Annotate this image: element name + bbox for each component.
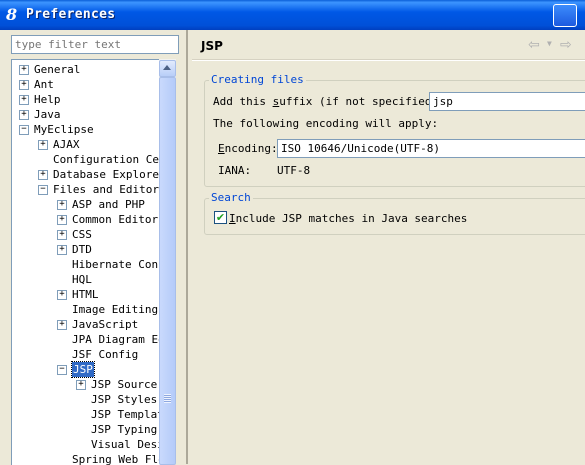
tree-item[interactable]: JPA Diagram Edi [12,332,160,347]
back-arrow-icon[interactable]: ⇦ [528,38,546,52]
tree-item[interactable]: + Database Explorer [12,167,160,182]
expand-icon[interactable]: + [57,215,67,225]
scroll-thumb[interactable] [159,77,176,465]
tree-item[interactable]: + Help [12,92,160,107]
encoding-label: Encoding: [218,142,278,155]
expand-icon[interactable]: + [76,380,86,390]
tree-item-label: JSP [71,361,95,378]
iana-label: IANA: [218,164,252,177]
app-icon: 8 [6,5,18,24]
tree-item[interactable]: + JSP Source [12,377,160,392]
tree-item[interactable]: Spring Web Flow [12,452,160,465]
tree-item-label: Common Editor P [72,213,160,226]
tree-item-label: HTML [72,288,99,301]
page-title: JSP [201,39,223,53]
tree-item[interactable]: Visual Desi [12,437,160,452]
title-bar: 8 Preferences [0,0,585,30]
expand-icon[interactable]: + [57,200,67,210]
tree-item-label: CSS [72,228,92,241]
tree-item[interactable]: − MyEclipse [12,122,160,137]
expand-icon[interactable]: + [57,290,67,300]
expand-icon[interactable]: + [19,80,29,90]
tree-item-label: JSP Styles [91,393,158,406]
forward-arrow-icon[interactable]: ⇨ [560,38,578,52]
tree-item[interactable]: − JSP [12,361,160,378]
tree-item-label: Files and Editors [53,183,160,196]
suffix-input[interactable]: jsp [429,92,585,111]
tree-item[interactable]: JSP Templat [12,407,160,422]
tree-item-label: ASP and PHP [72,198,145,211]
tree-item-label: Java [34,108,61,121]
encoding-select[interactable]: ISO 10646/Unicode(UTF-8) [277,139,585,158]
expand-icon[interactable]: + [57,245,67,255]
header-divider [192,59,585,61]
tree-item[interactable]: + Ant [12,77,160,92]
tree-item[interactable]: + General [12,62,160,77]
tree-item-label: JSP Templat [91,408,160,421]
tree-item[interactable]: + Common Editor P [12,212,160,227]
tree-item[interactable]: + JavaScript [12,317,160,332]
grip-icon [164,394,171,403]
expand-icon[interactable]: + [57,320,67,330]
tree-item[interactable]: + Java [12,107,160,122]
tree-item-label: Spring Web Flow [72,453,160,465]
preferences-tree: + General + Ant + Help + Java − MyEclipse + AJAX Con… [11,59,160,465]
tree-item[interactable]: Configuration Cent [12,152,160,167]
tree-item[interactable]: JSF Config [12,347,160,362]
expand-icon[interactable]: + [38,140,48,150]
tree-item-label: Image Editing [72,303,159,316]
suffix-label: Add this suffix (if not specified): [213,95,445,108]
collapse-icon[interactable]: − [38,185,48,195]
tree-item-label: DTD [72,243,92,256]
tree-item-label: MyEclipse [34,123,94,136]
expand-icon[interactable]: + [19,65,29,75]
collapse-icon[interactable]: − [19,125,29,135]
tree-item-label: HQL [72,273,92,286]
tree-item[interactable]: + AJAX [12,137,160,152]
encoding-note: The following encoding will apply: [213,117,439,130]
tree-scrollbar[interactable] [159,59,176,465]
tree-item[interactable]: + CSS [12,227,160,242]
tree-item-label: Help [34,93,61,106]
tree-item[interactable]: JSP Styles [12,392,160,407]
tree-item[interactable]: JSP Typing [12,422,160,437]
tree-item-label: Ant [34,78,54,91]
tree-item[interactable]: Image Editing [12,302,160,317]
checkmark-icon: ✔ [215,211,226,224]
tree-item-label: JavaScript [72,318,139,331]
expand-icon[interactable]: + [19,95,29,105]
tree-item-label: Hibernate Confi [72,258,160,271]
jsp-preference-page: JSP ⇦ ▼ ⇨ Creating files Add this suffix… [188,30,585,464]
tree-item-label: Database Explorer [53,168,160,181]
tree-item-label: General [34,63,81,76]
include-jsp-checkbox[interactable]: ✔ [214,211,227,224]
scroll-up-arrow-icon[interactable] [159,60,176,77]
window-title: Preferences [26,7,116,22]
tree-item-label: JSP Typing [91,423,158,436]
collapse-icon[interactable]: − [57,365,67,375]
tree-item[interactable]: − Files and Editors [12,182,160,197]
tree-item-label: Configuration Cent [53,153,160,166]
tree-item-label: Visual Desi [91,438,160,451]
tree-item-label: JSF Config [72,348,139,361]
expand-icon[interactable]: + [57,230,67,240]
group-title: Search [209,191,253,204]
close-button[interactable] [553,4,577,27]
tree-item-label: AJAX [53,138,80,151]
tree-item[interactable]: + DTD [12,242,160,257]
group-title: Creating files [209,73,306,86]
expand-icon[interactable]: + [19,110,29,120]
tree-item[interactable]: Hibernate Confi [12,257,160,272]
tree-item[interactable]: + ASP and PHP [12,197,160,212]
expand-icon[interactable]: + [38,170,48,180]
tree-item[interactable]: HQL [12,272,160,287]
iana-value: UTF-8 [277,164,311,177]
tree-item-label: JSP Source [91,378,158,391]
preferences-navigation: +General+Ant+Help+Java−MyEclipse+AJAXCon… [0,30,188,465]
tree-item[interactable]: + HTML [12,287,160,302]
include-jsp-label[interactable]: Include JSP matches in Java searches [229,212,467,225]
chevron-down-icon[interactable]: ▼ [547,39,552,48]
filter-input[interactable] [11,35,179,54]
tree-item-label: JPA Diagram Edi [72,333,160,346]
